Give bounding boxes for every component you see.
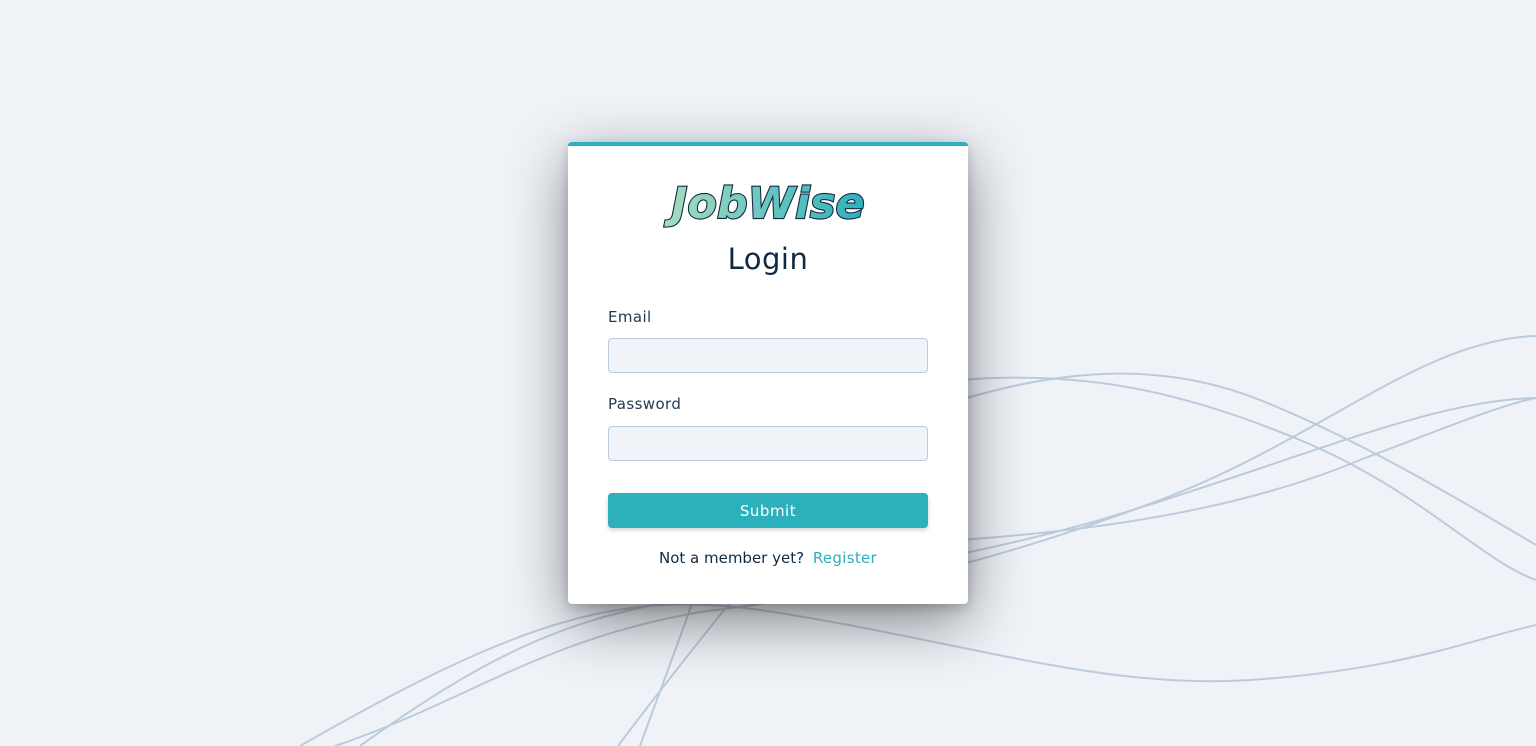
password-label: Password: [608, 395, 682, 413]
wave-line: [959, 372, 1536, 546]
login-card: JobWise Login Email Password Submit Not …: [568, 142, 968, 604]
email-field[interactable]: [608, 338, 928, 373]
page-title: Login: [727, 242, 809, 276]
wave-line: [959, 376, 1536, 581]
wave-line: [299, 603, 1536, 746]
jobwise-logo: JobWise: [662, 178, 865, 228]
submit-button[interactable]: Submit: [608, 493, 928, 528]
register-prompt: Not a member yet? Register: [568, 549, 968, 567]
email-label: Email: [608, 308, 652, 326]
password-field[interactable]: [608, 426, 928, 461]
register-prompt-text: Not a member yet?: [658, 549, 805, 567]
register-link[interactable]: Register: [813, 549, 877, 567]
logo-text: JobWise: [663, 179, 864, 228]
wave-line: [617, 589, 741, 746]
